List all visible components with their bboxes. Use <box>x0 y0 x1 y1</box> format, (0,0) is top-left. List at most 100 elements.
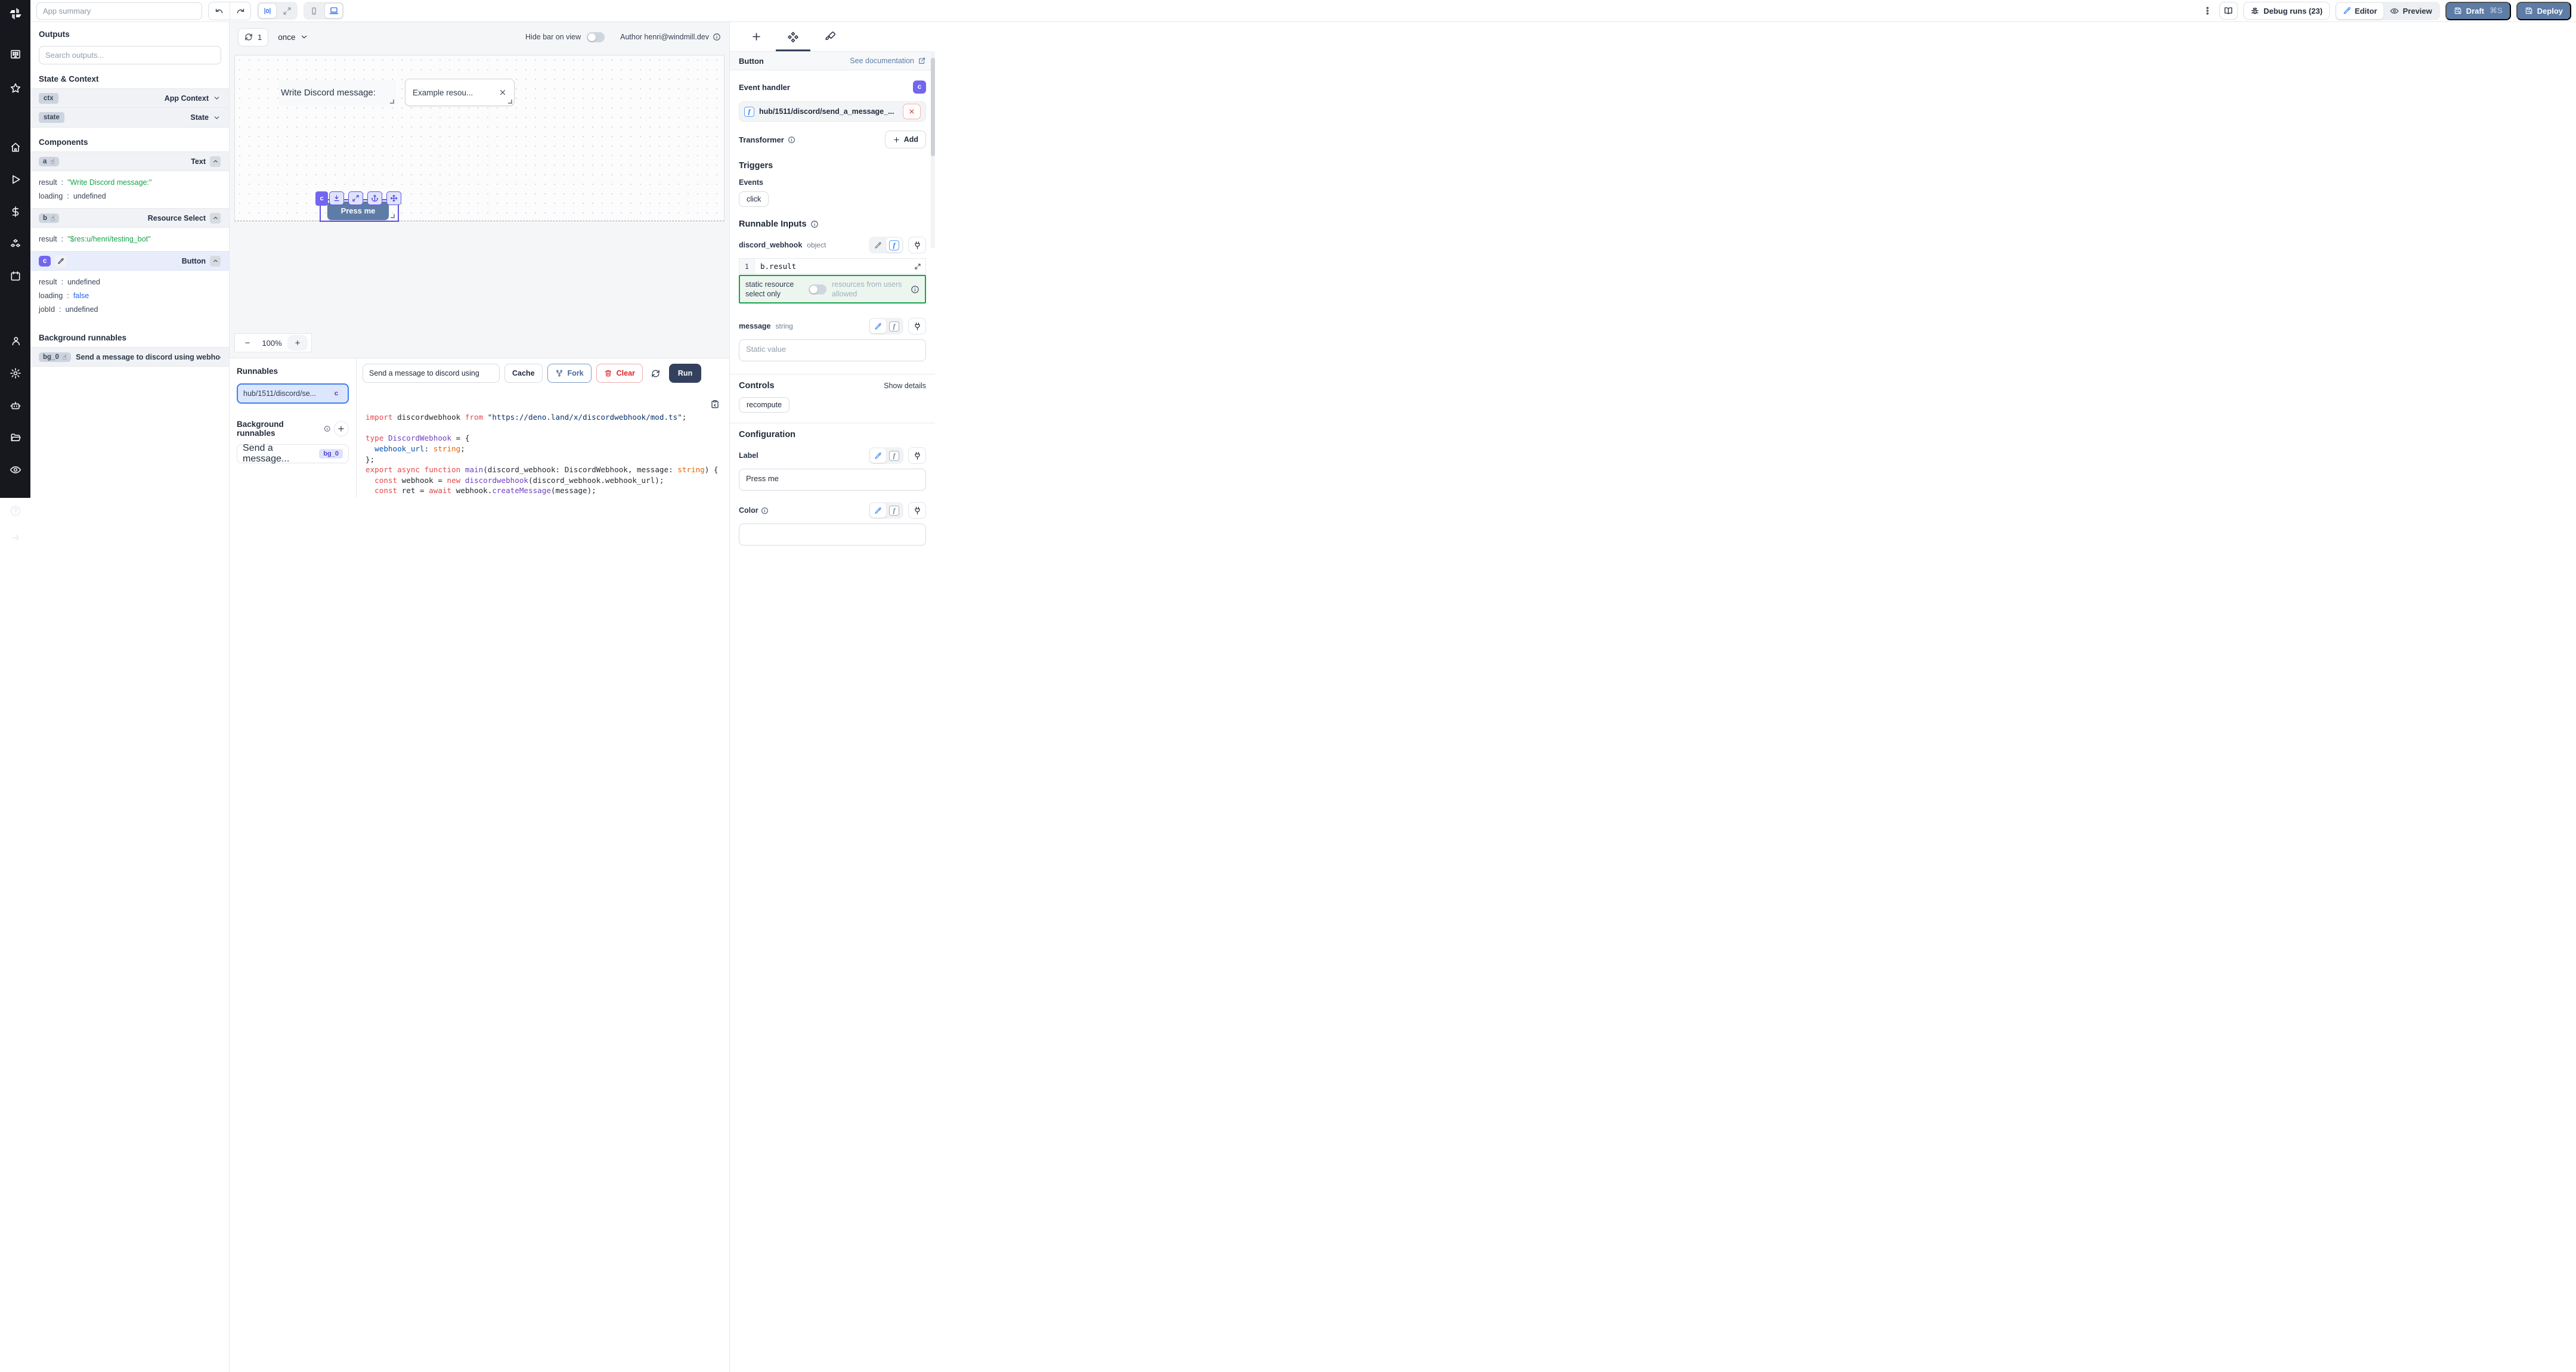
draft-button[interactable]: Draft⌘S <box>2445 2 2511 20</box>
sidebar-item-folders[interactable] <box>0 426 30 448</box>
app-canvas[interactable]: Write Discord message: Example resou... … <box>234 55 724 221</box>
connect-mode-button[interactable]: f <box>886 503 902 518</box>
debug-runs-button[interactable]: Debug runs (23) <box>2243 2 2330 20</box>
expr-input-row[interactable]: 1 b.result <box>739 258 926 274</box>
refresh-code-button[interactable] <box>648 364 664 383</box>
run-button[interactable]: Run <box>669 364 701 383</box>
scrollbar-thumb[interactable] <box>931 58 935 156</box>
sidebar-item-resources[interactable] <box>0 233 30 255</box>
see-documentation-link[interactable]: See documentation <box>850 57 926 65</box>
plug-input-button[interactable] <box>908 237 926 253</box>
zoom-in-button[interactable]: + <box>287 335 308 351</box>
fullscreen-toggle[interactable] <box>278 3 296 18</box>
resource-select-component[interactable]: Example resou... <box>405 79 515 106</box>
deploy-button[interactable]: Deploy <box>2516 2 2571 20</box>
sidebar-item-help[interactable] <box>0 500 30 522</box>
refresh-mode-select[interactable]: once <box>278 33 308 42</box>
component-row-c-selected[interactable]: c Button <box>30 251 229 271</box>
sidebar-item-schedules[interactable] <box>0 265 30 287</box>
connect-mode-button[interactable]: f <box>886 238 902 252</box>
runnable-name-input[interactable] <box>363 364 500 383</box>
anchor-component-button[interactable] <box>367 191 382 205</box>
event-chip-click[interactable]: click <box>739 191 769 207</box>
tab-insert-component[interactable] <box>738 22 775 51</box>
move-component-button[interactable] <box>386 191 401 205</box>
sidebar-item-variables[interactable] <box>0 200 30 222</box>
background-runnable-item[interactable]: Send a message... bg_0 <box>237 444 349 463</box>
static-mode-button[interactable] <box>870 448 886 463</box>
color-value-input[interactable] <box>739 524 926 546</box>
message-static-value-input[interactable] <box>739 339 926 361</box>
static-resource-toggle[interactable] <box>809 284 826 295</box>
output-row-state[interactable]: state State <box>30 108 229 128</box>
resize-handle[interactable] <box>508 100 512 104</box>
refresh-count-button[interactable]: 1 <box>238 28 268 47</box>
background-runnable-row[interactable]: bg_0☝ Send a message to discord using we… <box>30 347 229 367</box>
sidebar-item-workspace[interactable] <box>0 43 30 65</box>
mobile-view-toggle[interactable] <box>305 3 323 18</box>
static-mode-button[interactable] <box>870 503 886 518</box>
connect-mode-button[interactable]: f <box>886 448 902 463</box>
sidebar-item-users[interactable] <box>0 330 30 352</box>
plug-input-button[interactable] <box>908 502 926 519</box>
undo-button[interactable] <box>209 2 230 20</box>
label-value-input[interactable]: Press me <box>739 469 926 491</box>
collapse-button[interactable] <box>210 213 221 224</box>
component-row-a[interactable]: a☝ Text <box>30 151 229 171</box>
info-icon[interactable] <box>788 136 795 144</box>
more-menu-button[interactable] <box>2201 2 2214 19</box>
copy-code-icon[interactable] <box>710 399 720 409</box>
insert-below-button[interactable] <box>329 191 344 205</box>
show-details-link[interactable]: Show details <box>884 382 926 390</box>
app-summary-input[interactable] <box>36 2 202 20</box>
cache-button[interactable]: Cache <box>504 364 543 383</box>
redo-button[interactable] <box>230 2 250 20</box>
output-row-ctx[interactable]: ctx App Context <box>30 88 229 108</box>
collapse-button[interactable] <box>210 256 221 267</box>
info-icon[interactable] <box>911 285 919 294</box>
clear-button[interactable]: Clear <box>596 364 643 383</box>
tab-editor[interactable]: Editor <box>2336 3 2384 19</box>
hide-bar-toggle[interactable] <box>587 32 605 42</box>
chevron-down-icon[interactable] <box>213 114 221 122</box>
remove-handler-button[interactable] <box>903 104 921 119</box>
connect-mode-button[interactable]: f <box>886 319 902 333</box>
info-icon[interactable] <box>761 507 769 515</box>
docs-button[interactable] <box>2219 2 2238 20</box>
tab-component-settings[interactable] <box>775 22 812 51</box>
fork-button[interactable]: Fork <box>547 364 592 383</box>
add-background-runnable-button[interactable] <box>334 421 349 436</box>
desktop-view-toggle[interactable] <box>324 3 343 18</box>
search-outputs-input[interactable] <box>39 46 221 64</box>
info-icon[interactable] <box>810 220 819 228</box>
recompute-chip[interactable]: recompute <box>739 397 789 413</box>
code-editor[interactable]: import discordwebhook from "https://deno… <box>357 386 729 498</box>
center-layout-toggle[interactable] <box>258 3 277 18</box>
static-mode-button[interactable] <box>870 238 886 252</box>
plug-input-button[interactable] <box>908 447 926 464</box>
sidebar-item-audit-logs[interactable] <box>0 459 30 481</box>
resize-handle[interactable] <box>391 214 395 218</box>
expand-component-button[interactable] <box>348 191 363 205</box>
text-component[interactable]: Write Discord message: <box>279 80 396 106</box>
clear-select-icon[interactable] <box>499 88 507 97</box>
tab-preview[interactable]: Preview <box>2383 3 2438 19</box>
windmill-logo-icon[interactable] <box>8 6 23 24</box>
sidebar-item-home[interactable] <box>0 136 30 158</box>
sidebar-item-runs[interactable] <box>0 168 30 190</box>
tab-styling[interactable] <box>812 22 849 51</box>
event-handler-row[interactable]: f hub/1511/discord/send_a_message_... <box>739 101 926 122</box>
sidebar-item-favorites[interactable] <box>0 77 30 99</box>
rename-component-button[interactable] <box>55 255 67 267</box>
chevron-down-icon[interactable] <box>213 94 221 102</box>
component-row-b[interactable]: b☝ Resource Select <box>30 208 229 228</box>
resize-handle[interactable] <box>390 100 394 104</box>
collapse-button[interactable] <box>210 156 221 167</box>
add-transformer-button[interactable]: Add <box>885 131 926 148</box>
runnable-item-selected[interactable]: hub/1511/discord/se... c <box>237 383 349 404</box>
sidebar-collapse-arrow[interactable] <box>0 526 30 549</box>
info-icon[interactable] <box>713 33 721 41</box>
sidebar-item-settings[interactable] <box>0 362 30 384</box>
zoom-out-button[interactable]: − <box>239 338 256 348</box>
expand-editor-icon[interactable] <box>914 263 921 270</box>
